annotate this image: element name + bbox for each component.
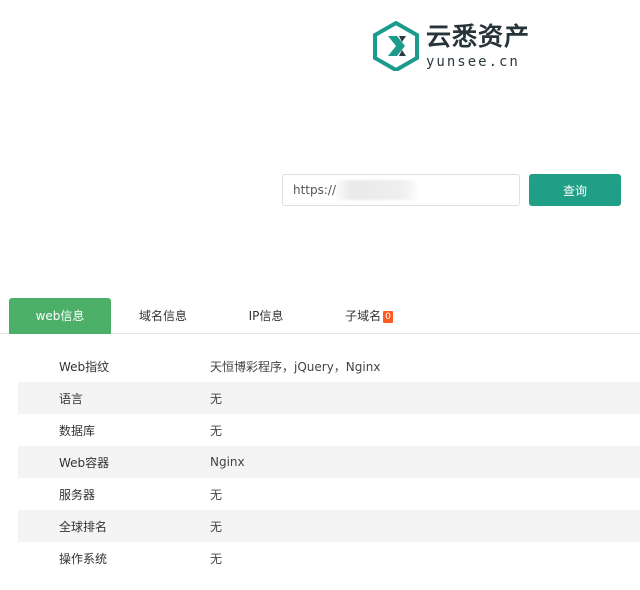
blurred-url-mask xyxy=(336,180,418,200)
table-row: 全球排名 无 xyxy=(18,510,640,542)
query-button[interactable]: 查询 xyxy=(529,174,621,206)
tab-ip-info[interactable]: IP信息 xyxy=(224,298,308,334)
info-tabs: web信息 域名信息 IP信息 子域名 0 xyxy=(0,298,640,334)
tab-label: 子域名 xyxy=(345,309,382,323)
row-key: 操作系统 xyxy=(59,551,108,566)
tab-subdomain[interactable]: 子域名 0 xyxy=(330,298,408,334)
table-row: Web容器 Nginx xyxy=(18,446,640,478)
row-value: Nginx xyxy=(210,455,245,469)
logo-mark-icon xyxy=(373,21,419,71)
row-key: Web指纹 xyxy=(59,359,110,374)
web-info-table: Web指纹 天恒博彩程序，jQuery，Nginx 语言 无 数据库 无 Web… xyxy=(18,350,640,574)
row-value: 天恒博彩程序，jQuery，Nginx xyxy=(210,359,381,374)
table-row: 服务器 无 xyxy=(18,478,640,510)
row-key: Web容器 xyxy=(59,455,110,470)
logo-name-cn: 云悉资产 xyxy=(426,21,531,51)
row-key: 服务器 xyxy=(59,487,96,502)
tab-domain-info[interactable]: 域名信息 xyxy=(118,298,208,334)
tab-label: IP信息 xyxy=(248,309,284,323)
subdomain-count-badge: 0 xyxy=(383,311,393,323)
table-row: 数据库 无 xyxy=(18,414,640,446)
table-row: 操作系统 无 xyxy=(18,542,640,574)
row-value: 无 xyxy=(210,391,223,406)
table-row: 语言 无 xyxy=(18,382,640,414)
row-value: 无 xyxy=(210,487,223,502)
row-value: 无 xyxy=(210,519,223,534)
row-key: 全球排名 xyxy=(59,519,108,534)
row-key: 数据库 xyxy=(59,423,96,438)
tab-label: web信息 xyxy=(35,309,85,323)
tab-label: 域名信息 xyxy=(138,309,187,323)
row-value: 无 xyxy=(210,551,223,566)
tab-web-info[interactable]: web信息 xyxy=(9,298,111,334)
row-value: 无 xyxy=(210,423,223,438)
row-key: 语言 xyxy=(59,391,84,406)
logo: 云悉资产 yunsee.cn xyxy=(372,20,530,72)
table-row: Web指纹 天恒博彩程序，jQuery，Nginx xyxy=(18,350,640,382)
logo-name-en: yunsee.cn xyxy=(426,53,520,70)
